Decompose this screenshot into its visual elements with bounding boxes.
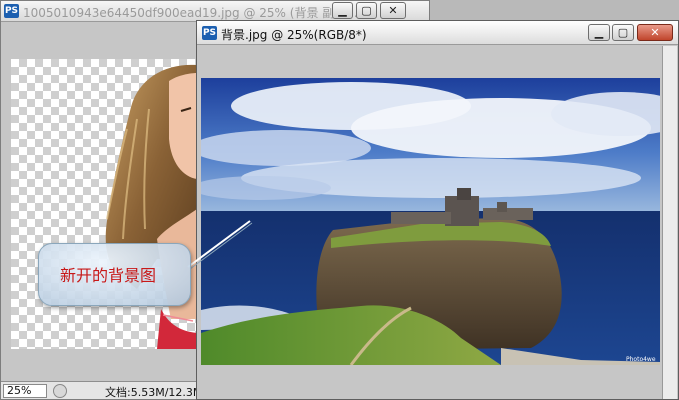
close-icon: ✕ (650, 26, 660, 39)
back-close-button[interactable]: ✕ (380, 2, 406, 19)
back-maximize-button[interactable]: ▢ (356, 2, 377, 19)
front-document-window[interactable]: PS 背景.jpg @ 25%(RGB/8*) ▁ ▢ ✕ Photo4we (196, 20, 679, 400)
back-window-title: 1005010943e64450df900ead19.jpg @ 25% (背景… (23, 6, 362, 20)
back-window-titlebar[interactable]: PS 1005010943e64450df900ead19.jpg @ 25% … (1, 1, 429, 22)
status-menu-icon[interactable] (53, 384, 67, 398)
callout-pointer-line (187, 220, 253, 270)
photo-watermark: Photo4we (626, 356, 656, 363)
front-minimize-button[interactable]: ▁ (588, 24, 610, 41)
minimize-icon: ▁ (338, 4, 347, 17)
photoshop-app-icon: PS (4, 4, 19, 18)
maximize-icon: ▢ (361, 4, 372, 17)
maximize-icon: ▢ (617, 26, 629, 39)
annotation-callout-text: 新开的背景图 (60, 266, 157, 285)
close-icon: ✕ (388, 4, 398, 17)
zoom-level-field[interactable]: 25% (3, 384, 47, 398)
back-minimize-button[interactable]: ▁ (332, 2, 353, 19)
photoshop-app-icon: PS (202, 26, 217, 40)
minimize-icon: ▁ (594, 26, 604, 39)
front-window-titlebar[interactable]: PS 背景.jpg @ 25%(RGB/8*) ▁ ▢ ✕ (197, 21, 678, 45)
front-maximize-button[interactable]: ▢ (612, 24, 634, 41)
front-window-title: 背景.jpg @ 25%(RGB/8*) (221, 28, 367, 42)
castle-landscape-photo[interactable]: Photo4we (201, 78, 660, 365)
document-size-info[interactable]: 文档:5.53M/12.3M (105, 384, 202, 400)
front-vertical-scrollbar[interactable] (662, 46, 677, 399)
front-close-button[interactable]: ✕ (637, 24, 673, 41)
